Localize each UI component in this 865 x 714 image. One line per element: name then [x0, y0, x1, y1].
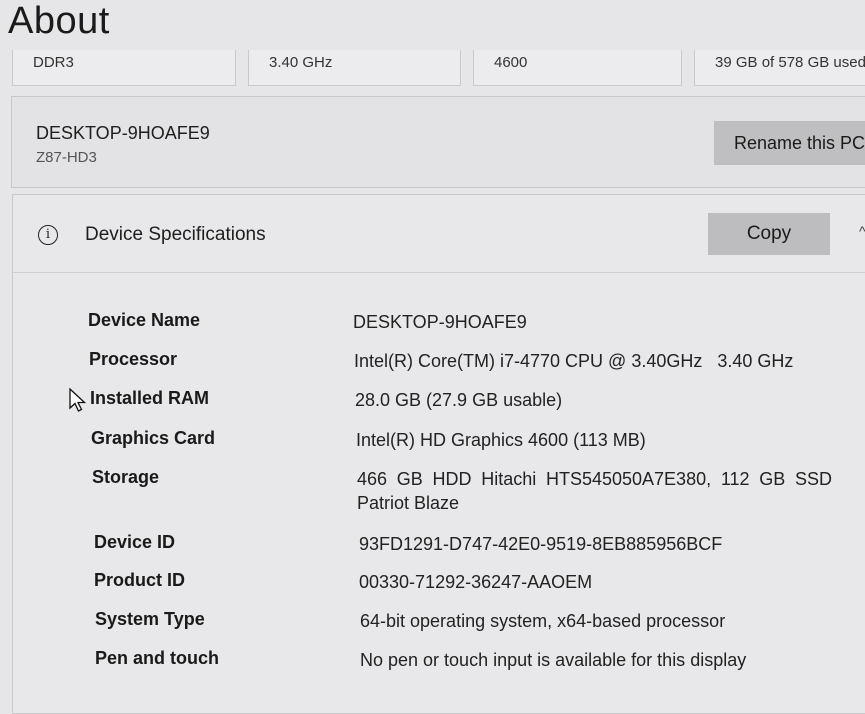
info-icon: i	[38, 225, 58, 245]
rename-pc-button[interactable]: Rename this PC	[714, 121, 865, 165]
spec-value: 466 GB HDD Hitachi HTS545050A7E380, 112 …	[357, 469, 832, 513]
summary-cpu-value: 3.40 GHz	[269, 54, 333, 71]
spec-value: Intel(R) HD Graphics 4600 (113 MB)	[356, 430, 646, 450]
spec-value: 00330-71292-36247-AAOEM	[359, 572, 593, 592]
copy-button[interactable]: Copy	[708, 213, 830, 255]
chevron-up-icon[interactable]: ^	[859, 223, 865, 239]
spec-value: 64-bit operating system, x64-based proce…	[360, 611, 726, 631]
spec-label: Product ID	[94, 570, 186, 590]
spec-label: Device ID	[94, 532, 176, 552]
mouse-cursor-icon	[69, 388, 87, 412]
page-title: About	[8, 0, 110, 42]
device-specifications-panel: i Device Specifications Copy ^	[12, 194, 865, 714]
spec-label: System Type	[95, 609, 205, 629]
summary-card-storage: 39 GB of 578 GB used	[694, 50, 865, 86]
spec-label: Storage	[92, 467, 160, 487]
spec-value: 93FD1291-D747-42E0-9519-8EB885956BCF	[359, 534, 723, 554]
pc-name-card: DESKTOP-9HOAFE9 Z87-HD3 Rename this PC	[11, 96, 865, 188]
device-specifications-header[interactable]: i Device Specifications Copy ^	[13, 195, 865, 273]
spec-label: Device Name	[88, 310, 201, 330]
summary-card-cpu: 3.40 GHz	[248, 50, 461, 86]
spec-label: Installed RAM	[90, 388, 210, 408]
spec-value: DESKTOP-9HOAFE9	[353, 312, 527, 332]
pc-name: DESKTOP-9HOAFE9	[36, 123, 210, 143]
spec-value: Intel(R) Core(TM) i7-4770 CPU @ 3.40GHz …	[354, 351, 794, 371]
device-specifications-title: Device Specifications	[85, 224, 266, 245]
spec-label: Graphics Card	[91, 428, 216, 448]
summary-ram-value: DDR3	[33, 54, 74, 71]
spec-value: No pen or touch input is available for t…	[360, 650, 747, 670]
summary-storage-value: 39 GB of 578 GB used	[715, 54, 865, 71]
spec-label: Processor	[89, 349, 178, 369]
spec-label: Pen and touch	[95, 648, 220, 668]
summary-card-ram: DDR3	[12, 50, 236, 86]
summary-card-graphics: 4600	[473, 50, 682, 86]
pc-model: Z87-HD3	[36, 149, 97, 166]
spec-value: 28.0 GB (27.9 GB usable)	[355, 390, 563, 410]
summary-graphics-value: 4600	[494, 54, 528, 71]
